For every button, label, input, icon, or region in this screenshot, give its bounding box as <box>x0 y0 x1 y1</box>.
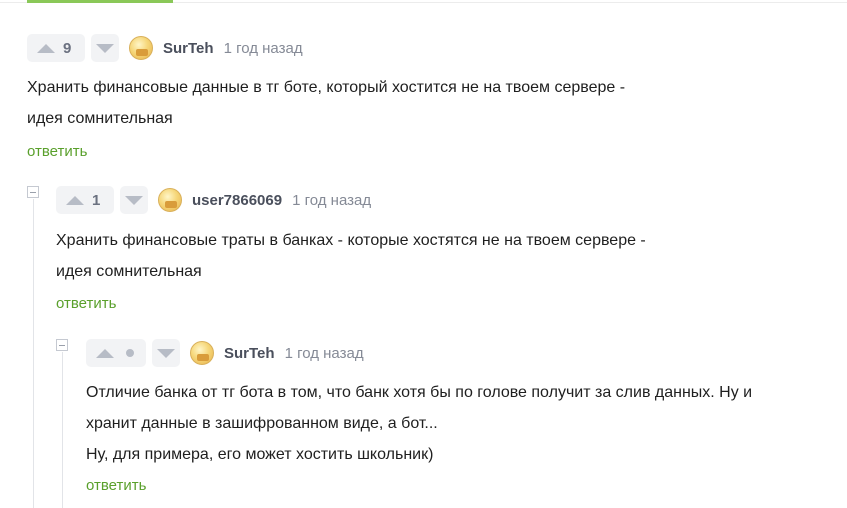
arrow-up-icon <box>37 43 55 53</box>
arrow-up-icon <box>96 348 114 358</box>
comment-header: 9 SurTeh 1 год назад <box>27 33 303 63</box>
comment-time[interactable]: 1 год назад <box>224 40 303 57</box>
comment-3: SurTeh 1 год назад Отличие банка от тг б… <box>86 338 846 508</box>
comment-text: Хранить финансовые траты в банках - кото… <box>56 225 646 287</box>
comment-line: Хранить финансовые данные в тг боте, кот… <box>27 79 626 96</box>
comment-line: хранит данные в зашифрованном виде, а бо… <box>86 415 438 432</box>
comment-text: Отличие банка от тг бота в том, что банк… <box>86 377 752 470</box>
arrow-up-icon <box>66 195 84 205</box>
arrow-down-icon <box>157 348 175 358</box>
vote-neutral-dot <box>126 349 134 357</box>
reply-link[interactable]: ответить <box>27 143 87 160</box>
avatar[interactable] <box>190 341 214 365</box>
comment-header: SurTeh 1 год назад <box>86 338 364 368</box>
vote-down-button[interactable] <box>120 186 148 214</box>
top-accent-bar <box>27 0 173 3</box>
vote-up-button[interactable] <box>86 339 146 367</box>
vote-down-button[interactable] <box>91 34 119 62</box>
avatar[interactable] <box>158 188 182 212</box>
collapse-icon[interactable] <box>27 186 39 198</box>
author-name[interactable]: user7866069 <box>192 192 282 209</box>
author-name[interactable]: SurTeh <box>163 40 214 57</box>
arrow-down-icon <box>125 195 143 205</box>
comment-line: Ну, для примера, его может хостить школь… <box>86 446 434 463</box>
comment-2: 1 user7866069 1 год назад Хранить финанс… <box>56 185 836 320</box>
reply-link[interactable]: ответить <box>86 477 146 494</box>
comment-time[interactable]: 1 год назад <box>292 192 371 209</box>
comment-line: идея сомнительная <box>27 110 173 127</box>
arrow-down-icon <box>96 43 114 53</box>
thread-line <box>33 199 34 508</box>
author-name[interactable]: SurTeh <box>224 345 275 362</box>
avatar[interactable] <box>129 36 153 60</box>
reply-link[interactable]: ответить <box>56 295 116 312</box>
vote-count: 1 <box>92 191 101 209</box>
comments-page: 9 SurTeh 1 год назад Хранить финансовые … <box>0 0 847 508</box>
comment-1: 9 SurTeh 1 год назад Хранить финансовые … <box>27 33 827 168</box>
vote-up-button[interactable]: 9 <box>27 34 85 62</box>
vote-count: 9 <box>63 39 72 57</box>
comment-line: идея сомнительная <box>56 263 202 280</box>
vote-down-button[interactable] <box>152 339 180 367</box>
comment-text: Хранить финансовые данные в тг боте, кот… <box>27 72 625 134</box>
thread-line <box>62 352 63 508</box>
comment-line: Хранить финансовые траты в банках - кото… <box>56 232 646 249</box>
vote-up-button[interactable]: 1 <box>56 186 114 214</box>
comment-line: Отличие банка от тг бота в том, что банк… <box>86 384 753 401</box>
comment-header: 1 user7866069 1 год назад <box>56 185 371 215</box>
collapse-icon[interactable] <box>56 339 68 351</box>
comment-time[interactable]: 1 год назад <box>285 345 364 362</box>
